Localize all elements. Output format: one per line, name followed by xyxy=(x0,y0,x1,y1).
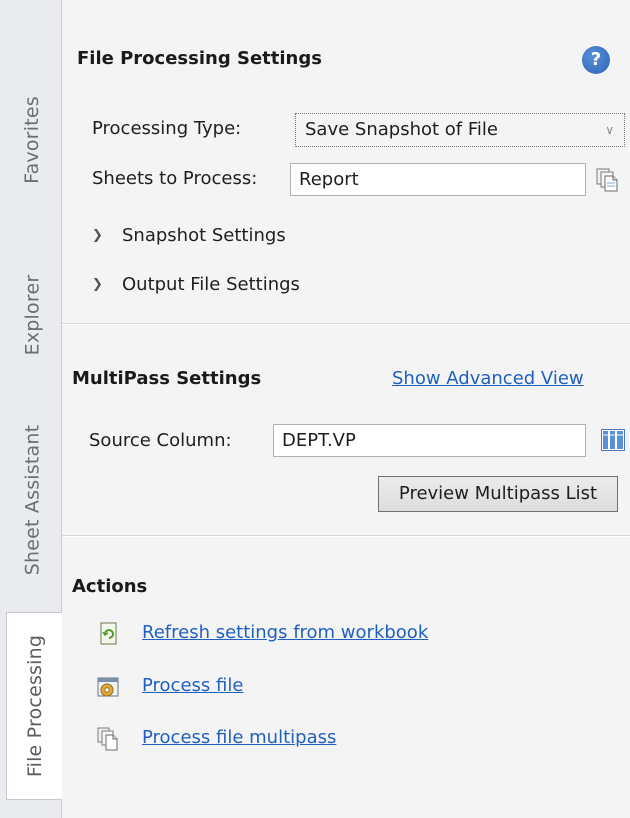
sheets-to-process-input[interactable]: Report xyxy=(290,163,586,196)
processing-type-dropdown[interactable]: Save Snapshot of File ∨ xyxy=(295,113,625,147)
tab-explorer[interactable]: Explorer xyxy=(6,245,58,385)
tab-favorites-label: Favorites xyxy=(21,96,43,184)
output-file-settings-expander[interactable]: ❯ Output File Settings xyxy=(92,270,300,298)
source-column-input[interactable]: DEPT.VP xyxy=(273,424,586,457)
snapshot-settings-expander[interactable]: ❯ Snapshot Settings xyxy=(92,221,286,249)
show-advanced-view-link[interactable]: Show Advanced View xyxy=(392,368,584,389)
copy-pages-icon xyxy=(97,727,121,751)
refresh-sheet-icon xyxy=(97,622,121,646)
processing-type-label: Processing Type: xyxy=(92,118,242,139)
chevron-right-icon: ❯ xyxy=(92,276,103,292)
refresh-settings-link[interactable]: Refresh settings from workbook xyxy=(142,622,428,643)
vertical-tab-strip: Favorites Explorer Sheet Assistant File … xyxy=(0,0,63,818)
source-column-label: Source Column: xyxy=(89,430,232,451)
file-processing-panel: File Processing Settings ? Processing Ty… xyxy=(62,0,630,818)
tab-file-processing-label: File Processing xyxy=(24,634,47,778)
help-icon[interactable]: ? xyxy=(582,46,610,74)
section-divider xyxy=(62,323,630,325)
copy-pages-icon[interactable] xyxy=(595,167,621,193)
actions-title: Actions xyxy=(72,576,148,597)
output-file-settings-label: Output File Settings xyxy=(122,273,300,295)
tab-sheet-assistant-label: Sheet Assistant xyxy=(21,424,43,576)
process-gear-icon xyxy=(97,675,121,699)
file-processing-settings-title: File Processing Settings xyxy=(77,48,322,69)
column-picker-icon[interactable] xyxy=(601,429,625,451)
multipass-settings-title: MultiPass Settings xyxy=(72,368,262,389)
tab-file-processing[interactable]: File Processing xyxy=(6,612,63,800)
process-file-link[interactable]: Process file xyxy=(142,675,243,696)
processing-type-value: Save Snapshot of File xyxy=(305,119,498,140)
chevron-right-icon: ❯ xyxy=(92,227,103,243)
process-file-multipass-link[interactable]: Process file multipass xyxy=(142,727,336,748)
preview-multipass-list-button[interactable]: Preview Multipass List xyxy=(378,476,618,512)
section-divider xyxy=(62,535,630,537)
chevron-down-icon: ∨ xyxy=(605,123,614,137)
tab-sheet-assistant[interactable]: Sheet Assistant xyxy=(6,395,58,605)
sheets-to-process-label: Sheets to Process: xyxy=(92,168,258,189)
snapshot-settings-label: Snapshot Settings xyxy=(122,224,286,246)
tab-explorer-label: Explorer xyxy=(21,274,43,356)
tab-favorites[interactable]: Favorites xyxy=(6,60,58,220)
